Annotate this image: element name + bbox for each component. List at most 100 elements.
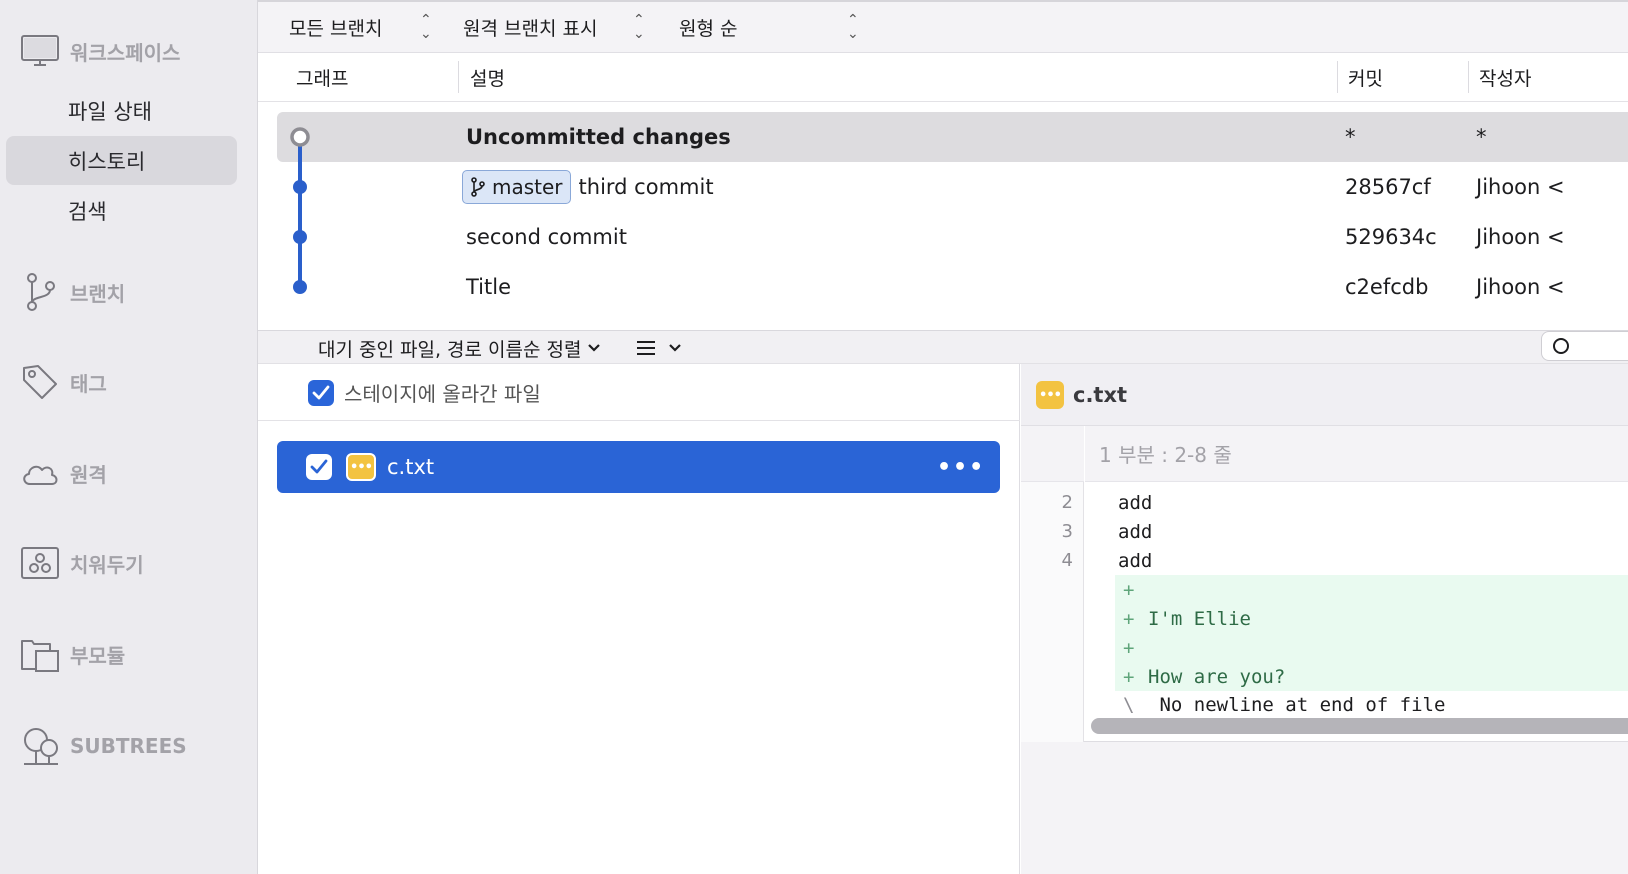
sidebar-section-label: 부모듈 xyxy=(70,643,126,668)
modified-file-icon: ••• xyxy=(1036,381,1064,409)
updown-chevron-icon: ⌃ ⌄ xyxy=(633,12,645,42)
commit-row[interactable]: Title c2efcdb Jihoon < xyxy=(258,262,1628,312)
commit-author: Jihoon < xyxy=(1476,175,1565,199)
search-input[interactable] xyxy=(1541,331,1628,361)
diff-text: I'm Ellie xyxy=(1148,607,1251,630)
diff-line: add xyxy=(1085,488,1628,517)
diff-pane: ••• c.txt 1 부분 : 2-8 줄 2 add 3 add 4 add… xyxy=(1021,364,1628,874)
commit-author: Jihoon < xyxy=(1476,225,1565,249)
sidebar-section-label: 원격 xyxy=(70,462,107,487)
sort-dropdown[interactable]: 대기 중인 파일, 경로 이름순 정렬 xyxy=(318,331,601,365)
commit-description: third commit xyxy=(578,175,714,199)
staged-files-header: 스테이지에 올라간 파일 xyxy=(258,364,1020,421)
diff-sign: + xyxy=(1123,665,1135,688)
list-icon xyxy=(636,338,656,358)
commit-row[interactable]: master third commit 28567cf Jihoon < xyxy=(258,162,1628,212)
commit-row[interactable]: second commit 529634c Jihoon < xyxy=(258,212,1628,262)
chevron-down-icon xyxy=(668,343,682,353)
diff-line-added: + How are you? xyxy=(1115,662,1628,691)
branch-icon xyxy=(470,177,486,197)
cloud-icon xyxy=(20,453,60,493)
stage-all-checkbox[interactable] xyxy=(308,380,334,406)
commit-hash: c2efcdb xyxy=(1345,275,1429,299)
commit-author: Jihoon < xyxy=(1476,275,1565,299)
updown-chevron-icon: ⌃ ⌄ xyxy=(420,12,432,42)
diff-sign: + xyxy=(1123,636,1135,659)
sidebar-section-label: SUBTREES xyxy=(70,734,187,758)
search-icon xyxy=(1552,337,1570,355)
branch-filter-select[interactable]: 모든 브랜치 ⌃ ⌄ xyxy=(289,12,439,42)
sidebar-item-file-status[interactable]: 파일 상태 xyxy=(6,86,237,135)
diff-sign: + xyxy=(1123,578,1135,601)
file-row[interactable]: ••• c.txt ••• xyxy=(277,441,1000,493)
horizontal-scrollbar[interactable] xyxy=(1091,718,1628,734)
commit-description: second commit xyxy=(466,225,627,249)
branch-filter-label: 모든 브랜치 xyxy=(289,17,383,40)
file-name: c.txt xyxy=(387,455,435,479)
column-separator[interactable] xyxy=(458,61,459,93)
chevron-down-icon xyxy=(587,343,601,353)
diff-sign: + xyxy=(1123,607,1135,630)
updown-chevron-icon: ⌃ ⌄ xyxy=(847,12,859,42)
column-header-commit[interactable]: 커밋 xyxy=(1348,53,1383,102)
order-filter-label: 원형 순 xyxy=(679,17,738,40)
diff-content[interactable]: 1 부분 : 2-8 줄 2 add 3 add 4 add + + I'm El… xyxy=(1021,426,1628,742)
sidebar-section-stashes[interactable]: 치워두기 xyxy=(20,543,144,583)
staged-files-pane: 스테이지에 올라간 파일 ••• c.txt ••• xyxy=(258,364,1020,874)
hunk-gutter xyxy=(1021,426,1084,482)
sidebar-section-label: 치워두기 xyxy=(70,552,144,577)
column-header-description[interactable]: 설명 xyxy=(470,53,505,102)
sidebar: 워크스페이스 파일 상태 히스토리 검색 브랜치 태그 원격 치워두기 부모듈 xyxy=(0,0,258,874)
sidebar-section-label: 브랜치 xyxy=(70,281,126,306)
order-select[interactable]: 원형 순 ⌃ ⌄ xyxy=(679,12,869,42)
submodule-icon xyxy=(20,634,60,674)
commit-list: Uncommitted changes * * master third com… xyxy=(258,102,1628,330)
sidebar-item-history[interactable]: 히스토리 xyxy=(6,136,237,185)
branch-icon xyxy=(20,272,60,312)
sort-label: 대기 중인 파일, 경로 이름순 정렬 xyxy=(318,338,582,361)
line-number: 2 xyxy=(1061,492,1073,513)
view-mode-button[interactable] xyxy=(636,331,682,365)
sidebar-section-tags[interactable]: 태그 xyxy=(20,362,107,402)
modified-file-icon: ••• xyxy=(346,453,376,481)
line-number: 4 xyxy=(1061,550,1073,571)
sidebar-section-workspace[interactable]: 워크스페이스 xyxy=(20,31,180,71)
commit-hash: 529634c xyxy=(1345,225,1437,249)
monitor-icon xyxy=(20,31,60,71)
remote-branch-select[interactable]: 원격 브랜치 표시 ⌃ ⌄ xyxy=(463,12,653,42)
diff-line-added: + I'm Ellie xyxy=(1115,604,1628,633)
line-number: 3 xyxy=(1061,521,1073,542)
history-toolbar: 모든 브랜치 ⌃ ⌄ 원격 브랜치 표시 ⌃ ⌄ 원형 순 ⌃ ⌄ xyxy=(258,0,1628,53)
stash-icon xyxy=(20,543,60,583)
commit-description: Title xyxy=(466,275,512,299)
column-header-graph[interactable]: 그래프 xyxy=(296,53,348,102)
file-stage-checkbox[interactable] xyxy=(306,454,332,480)
sidebar-item-search[interactable]: 검색 xyxy=(6,186,237,235)
tag-icon xyxy=(20,362,60,402)
sidebar-section-remotes[interactable]: 원격 xyxy=(20,453,107,493)
branch-tag-label: master xyxy=(492,175,563,199)
sidebar-section-label: 워크스페이스 xyxy=(70,40,181,65)
staged-files-label: 스테이지에 올라간 파일 xyxy=(344,382,541,406)
sidebar-section-label: 태그 xyxy=(70,371,107,396)
sidebar-section-branches[interactable]: 브랜치 xyxy=(20,272,125,312)
remote-filter-label: 원격 브랜치 표시 xyxy=(463,17,598,40)
more-options-button[interactable]: ••• xyxy=(937,441,985,493)
commit-list-header: 그래프 설명 커밋 작성자 xyxy=(258,53,1628,102)
diff-text: add xyxy=(1118,549,1153,572)
diff-text: How are you? xyxy=(1148,665,1286,688)
column-header-author[interactable]: 작성자 xyxy=(1479,53,1531,102)
commit-description: Uncommitted changes xyxy=(466,125,731,149)
tree-icon xyxy=(20,726,60,766)
diff-file-name: c.txt xyxy=(1073,383,1128,407)
commit-hash: 28567cf xyxy=(1345,175,1431,199)
branch-tag-master[interactable]: master xyxy=(462,170,571,204)
diff-line-added: + xyxy=(1115,633,1628,662)
sidebar-section-subtrees[interactable]: SUBTREES xyxy=(20,726,187,766)
column-separator[interactable] xyxy=(1468,61,1469,93)
checkmark-icon xyxy=(312,385,330,400)
sidebar-section-submodules[interactable]: 부모듈 xyxy=(20,634,125,674)
commit-description-cell: master third commit xyxy=(462,162,714,212)
column-separator[interactable] xyxy=(1337,61,1338,93)
commit-row-uncommitted[interactable]: Uncommitted changes * * xyxy=(277,112,1628,162)
